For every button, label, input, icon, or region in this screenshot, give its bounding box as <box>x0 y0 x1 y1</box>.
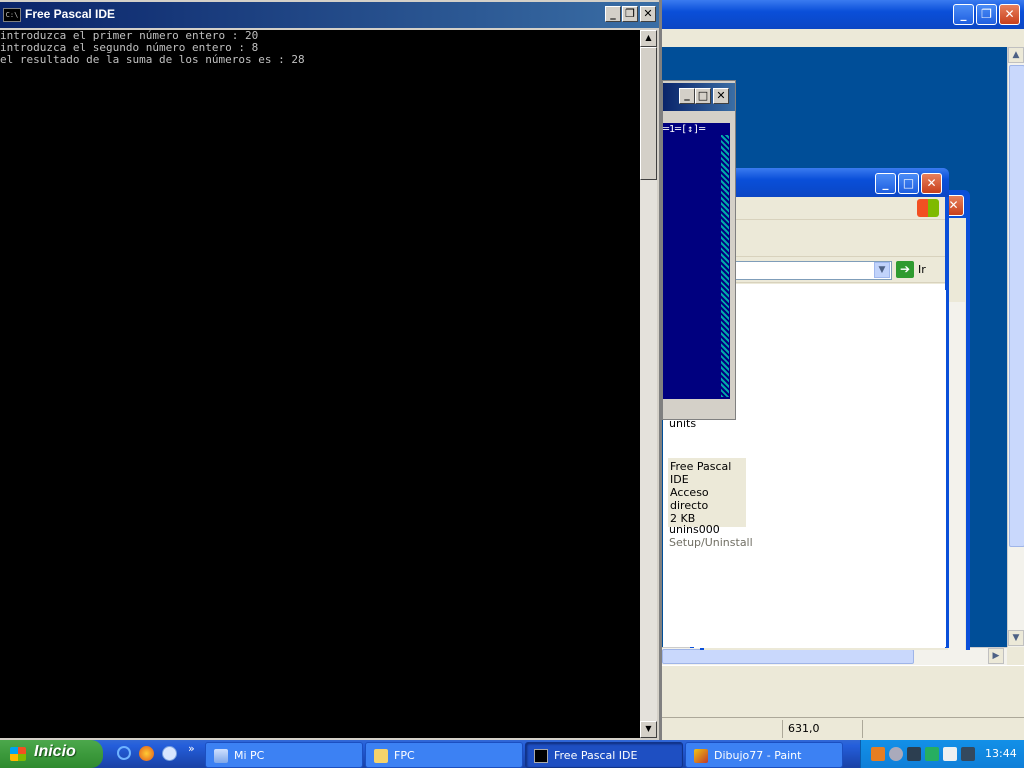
console-scrollbar[interactable]: ▲ ▼ <box>640 30 657 738</box>
explorer-close-button[interactable]: ✕ <box>921 173 942 194</box>
tray-volume-icon[interactable] <box>943 747 957 761</box>
task-label: Dibujo77 - Paint <box>714 749 802 762</box>
browser-icon[interactable] <box>162 746 177 761</box>
system-tray: 13:44 <box>860 740 1024 768</box>
file-name: Free Pascal IDE <box>670 460 732 486</box>
restore-icon: ❐ <box>625 7 635 20</box>
ide-status-line: ═1═[↕]═ <box>663 124 706 135</box>
tray-display-icon[interactable] <box>961 747 975 761</box>
scroll-thumb[interactable] <box>640 47 657 180</box>
console-close-button[interactable]: ✕ <box>640 6 656 22</box>
address-dropdown-button[interactable]: ▼ <box>874 262 890 278</box>
go-arrow-icon: ➔ <box>896 261 914 278</box>
clock: 13:44 <box>985 747 1017 760</box>
ide-scrollbar[interactable] <box>721 135 729 397</box>
ide-close-button[interactable]: ✕ <box>713 88 729 104</box>
paint-menubar <box>662 29 1024 47</box>
go-button[interactable]: ➔ Ir <box>896 261 940 279</box>
file-detail: Acceso directo <box>670 486 709 512</box>
console-window: C:\ Free Pascal IDE _ ❐ ✕ introduzca el … <box>0 0 662 740</box>
file-item-unins000[interactable]: unins000 Setup/Uninstall <box>669 523 753 549</box>
task-paint[interactable]: Dibujo77 - Paint <box>685 742 843 768</box>
minimize-icon: _ <box>610 7 616 20</box>
task-label: Free Pascal IDE <box>554 749 638 762</box>
start-button[interactable]: Inicio <box>0 740 103 768</box>
task-mi-pc[interactable]: Mi PC <box>205 742 363 768</box>
task-fpc[interactable]: FPC <box>365 742 523 768</box>
file-detail: Setup/Uninstall <box>669 536 753 549</box>
ide-window: _ □ ✕ ═1═[↕]═ <box>662 80 736 420</box>
firefox-icon[interactable] <box>139 746 154 761</box>
folder-icon <box>374 749 388 763</box>
address-input[interactable] <box>734 261 892 280</box>
tray-network-icon[interactable] <box>889 747 903 761</box>
console-output[interactable]: introduzca el primer número entero : 20 … <box>0 30 640 738</box>
restore-icon: ❐ <box>981 7 992 21</box>
console-icon <box>534 749 548 763</box>
scroll-up-arrow[interactable]: ▲ <box>640 30 657 47</box>
paint-minimize-button[interactable]: _ <box>953 4 974 25</box>
console-minimize-button[interactable]: _ <box>605 6 621 22</box>
paint-restore-button[interactable]: ❐ <box>976 4 997 25</box>
console-line: el resultado de la suma de los números e… <box>0 53 305 66</box>
tray-app-icon[interactable] <box>871 747 885 761</box>
paint-colorbox <box>662 665 1024 718</box>
paint-close-button[interactable]: ✕ <box>999 4 1020 25</box>
file-item-free-pascal-ide[interactable]: Free Pascal IDE Acceso directo 2 KB <box>668 458 746 527</box>
console-title: Free Pascal IDE <box>25 7 116 21</box>
start-label: Inicio <box>34 743 76 760</box>
tray-shield-icon[interactable] <box>907 747 921 761</box>
close-icon: ✕ <box>926 176 937 190</box>
scroll-right-arrow[interactable]: ▶ <box>988 648 1004 664</box>
ide-minimize-button[interactable]: _ <box>679 88 695 104</box>
ide-editor[interactable]: ═1═[↕]═ <box>663 123 730 399</box>
task-free-pascal-ide[interactable]: Free Pascal IDE <box>525 742 683 768</box>
paint-icon <box>694 749 708 763</box>
ide-maximize-button[interactable]: □ <box>695 88 711 104</box>
scroll-down-arrow[interactable]: ▼ <box>640 721 657 738</box>
console-titlebar[interactable]: C:\ Free Pascal IDE <box>0 2 660 28</box>
minimize-icon: _ <box>882 176 889 190</box>
explorer-maximize-button[interactable]: □ <box>898 173 919 194</box>
computer-icon <box>214 749 228 763</box>
file-name: unins000 <box>669 523 720 536</box>
tray-gear-icon[interactable] <box>925 747 939 761</box>
paint-statusbar: 631,0 <box>662 717 1024 740</box>
windows-flag-icon <box>10 747 26 761</box>
explorer-minimize-button[interactable]: _ <box>875 173 896 194</box>
go-label: Ir <box>918 263 926 276</box>
close-icon: ✕ <box>1004 7 1015 21</box>
hscroll-thumb[interactable] <box>662 649 914 664</box>
console-restore-button[interactable]: ❐ <box>622 6 638 22</box>
maximize-icon: □ <box>902 176 915 190</box>
minimize-icon: _ <box>960 7 967 21</box>
close-icon: ✕ <box>643 7 653 20</box>
task-label: Mi PC <box>234 749 265 762</box>
windows-logo-icon <box>917 199 939 217</box>
task-label: FPC <box>394 749 415 762</box>
scroll-down-arrow[interactable]: ▼ <box>1008 630 1024 646</box>
paint-vscrollbar[interactable]: ▲ ▼ <box>1007 47 1024 647</box>
scroll-up-arrow[interactable]: ▲ <box>1008 47 1024 63</box>
taskbar: Inicio » Mi PC FPC Free Pascal IDE Dibuj… <box>0 740 1024 768</box>
paint-coords: 631,0 <box>788 722 820 735</box>
internet-explorer-icon[interactable] <box>117 746 131 760</box>
scroll-thumb[interactable] <box>1009 65 1024 547</box>
chevron-more-icon[interactable]: » <box>188 742 195 755</box>
explorer-back-scrollbar[interactable] <box>948 302 965 650</box>
console-app-icon: C:\ <box>3 8 21 22</box>
